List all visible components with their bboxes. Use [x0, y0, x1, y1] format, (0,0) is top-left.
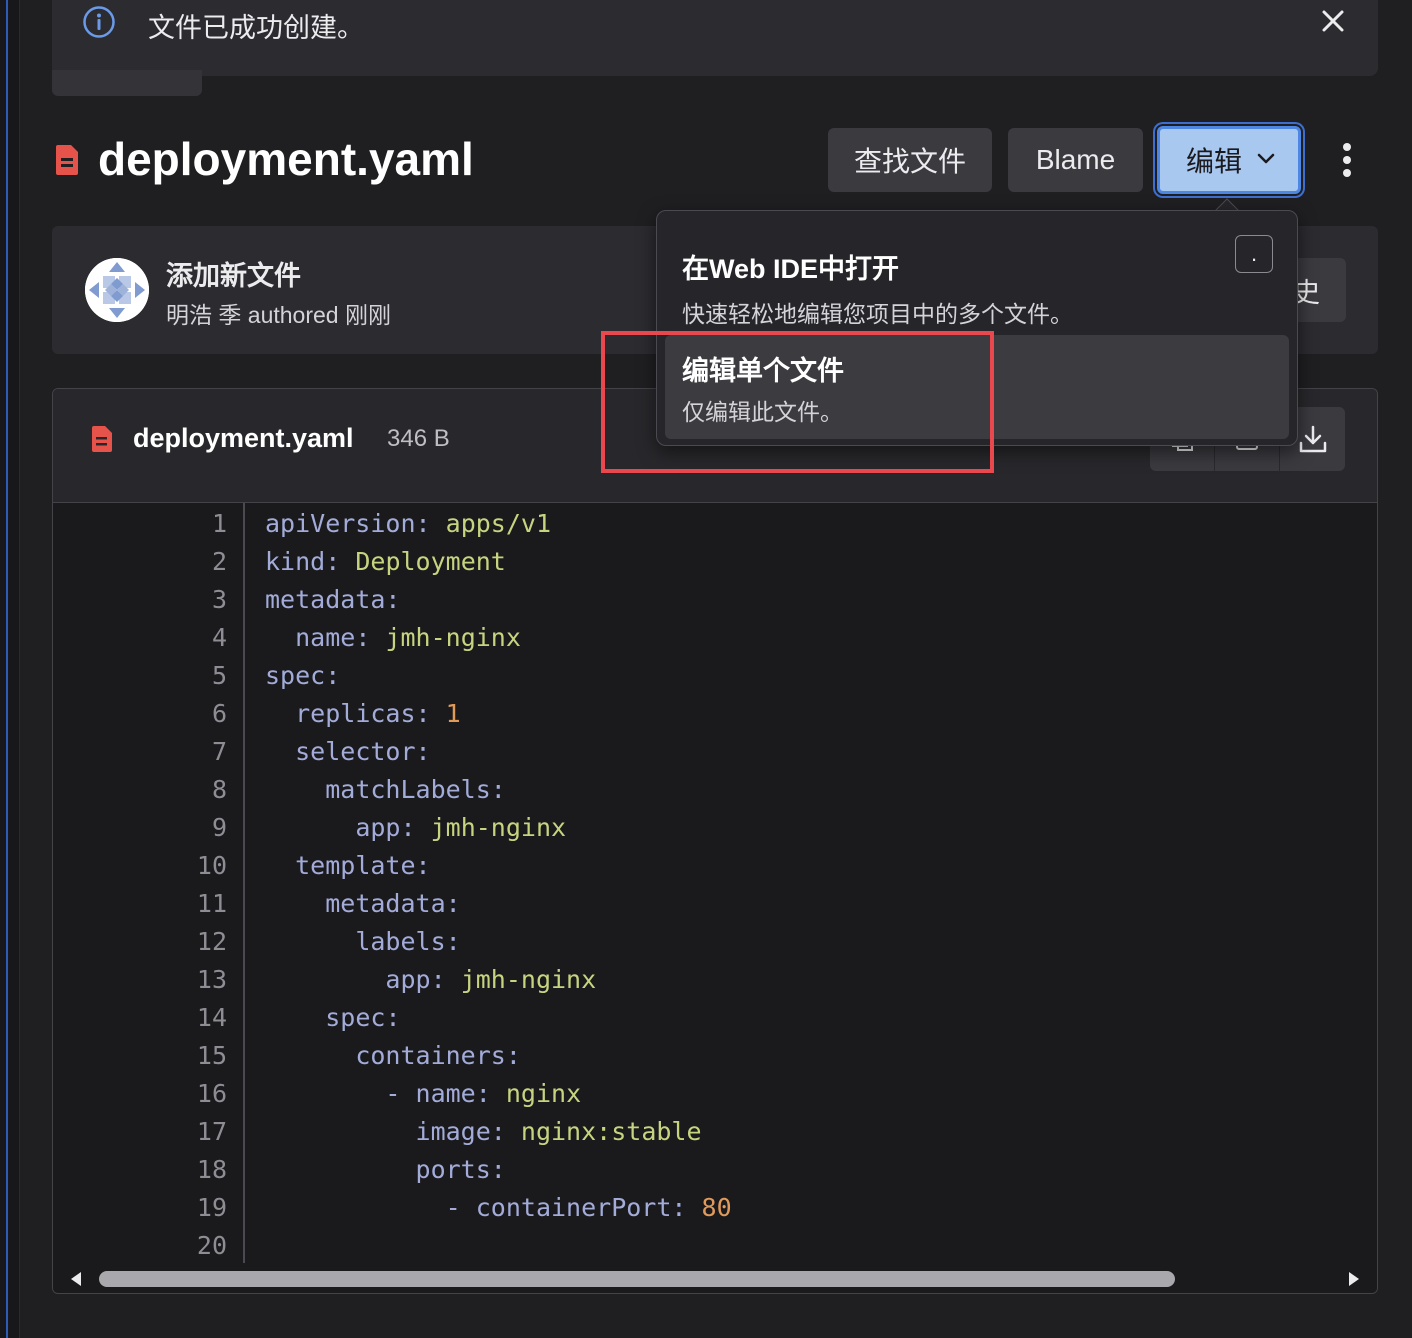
line-number[interactable]: 7 — [167, 733, 227, 771]
edit-dropdown-button[interactable]: 编辑 — [1157, 126, 1301, 194]
code-line: containers: — [355, 1041, 521, 1070]
code-line: metadata: — [265, 585, 401, 614]
menu-item-open-web-ide[interactable]: 在Web IDE中打开 快速轻松地编辑您项目中的多个文件。 . — [665, 221, 1289, 333]
menu-item-description: 仅编辑此文件。 — [682, 399, 843, 425]
find-file-button[interactable]: 查找文件 — [828, 128, 992, 192]
code-line: metadata: — [325, 889, 461, 918]
commit-author[interactable]: 明浩 季 — [166, 302, 241, 328]
file-size: 346 B — [387, 425, 450, 452]
code-line: ports: — [415, 1155, 506, 1184]
code-line: template: — [295, 851, 431, 880]
alert-message: 文件已成功创建。 — [148, 13, 364, 43]
menu-item-edit-single-file[interactable]: 编辑单个文件 仅编辑此文件。 — [665, 335, 1289, 439]
file-viewer: deployment.yaml 346 B 1 2 3 4 5 6 7 8 9 … — [52, 388, 1378, 1294]
code-line: kind: Deployment — [265, 547, 506, 576]
line-number[interactable]: 15 — [167, 1037, 227, 1075]
avatar-identicon — [85, 258, 149, 322]
menu-item-title: 在Web IDE中打开 — [682, 254, 900, 284]
breadcrumb — [52, 70, 202, 96]
line-number[interactable]: 1 — [167, 505, 227, 543]
line-number[interactable]: 6 — [167, 695, 227, 733]
line-number[interactable]: 4 — [167, 619, 227, 657]
line-number[interactable]: 9 — [167, 809, 227, 847]
menu-item-title: 编辑单个文件 — [682, 356, 844, 386]
line-number[interactable]: 8 — [167, 771, 227, 809]
code-line: - name: nginx — [385, 1079, 582, 1108]
code-line: labels: — [355, 927, 461, 956]
arrow-left-icon[interactable] — [69, 1271, 83, 1287]
file-name: deployment.yaml — [133, 423, 354, 453]
code-line: replicas: 1 — [295, 699, 461, 728]
code-line: matchLabels: — [325, 775, 506, 804]
line-number[interactable]: 16 — [167, 1075, 227, 1113]
scrollbar-thumb[interactable] — [99, 1271, 1175, 1287]
line-number[interactable]: 13 — [167, 961, 227, 999]
avatar[interactable] — [85, 258, 149, 322]
close-icon[interactable] — [1318, 6, 1348, 36]
code-area[interactable]: 1 2 3 4 5 6 7 8 9 10 11 12 13 14 15 16 17 18 19 20 apiVersi… — [53, 503, 1377, 1263]
download-icon — [1299, 425, 1326, 453]
code-line: spec: — [265, 661, 341, 690]
commit-title[interactable]: 添加新文件 — [166, 254, 301, 293]
file-icon — [56, 145, 78, 175]
commit-time: 刚刚 — [344, 302, 391, 328]
line-number[interactable]: 18 — [167, 1151, 227, 1189]
line-number[interactable]: 14 — [167, 999, 227, 1037]
code-line: selector: — [295, 737, 431, 766]
line-number[interactable]: 10 — [167, 847, 227, 885]
keyboard-shortcut: . — [1235, 235, 1273, 273]
info-icon — [83, 6, 115, 38]
code-line: apiVersion: apps/v1 — [265, 509, 551, 538]
horizontal-scrollbar[interactable] — [53, 1263, 1377, 1293]
edit-button-label: 编辑 — [1186, 146, 1243, 177]
chevron-down-icon — [1257, 153, 1275, 164]
commit-meta: 明浩 季 authored 刚刚 — [166, 296, 391, 330]
code-line: spec: — [325, 1003, 401, 1032]
success-alert: 文件已成功创建。 — [52, 0, 1378, 76]
code-line: app: jmh-nginx — [385, 965, 597, 994]
page-title: deployment.yaml — [98, 133, 474, 185]
kebab-icon[interactable] — [1334, 140, 1360, 180]
line-number[interactable]: 3 — [167, 581, 227, 619]
edit-dropdown-menu: 在Web IDE中打开 快速轻松地编辑您项目中的多个文件。 . 编辑单个文件 仅… — [656, 210, 1298, 446]
line-number[interactable]: 12 — [167, 923, 227, 961]
code-line: image: nginx:stable — [415, 1117, 702, 1146]
line-number[interactable]: 5 — [167, 657, 227, 695]
line-number[interactable]: 17 — [167, 1113, 227, 1151]
left-rail — [0, 0, 20, 1338]
line-number[interactable]: 2 — [167, 543, 227, 581]
code-line: app: jmh-nginx — [355, 813, 567, 842]
blame-button[interactable]: Blame — [1008, 128, 1143, 192]
file-icon — [92, 426, 112, 452]
line-number[interactable]: 11 — [167, 885, 227, 923]
menu-item-description: 快速轻松地编辑您项目中的多个文件。 — [682, 301, 1073, 327]
arrow-right-icon[interactable] — [1347, 1271, 1361, 1287]
line-number[interactable]: 20 — [167, 1227, 227, 1265]
line-number[interactable]: 19 — [167, 1189, 227, 1227]
code-line: - containerPort: 80 — [445, 1193, 732, 1222]
commit-authored-label: authored — [247, 302, 339, 328]
code-line: name: jmh-nginx — [295, 623, 521, 652]
line-number-gutter: 1 2 3 4 5 6 7 8 9 10 11 12 13 14 15 16 17 18 19 20 — [53, 503, 245, 1263]
